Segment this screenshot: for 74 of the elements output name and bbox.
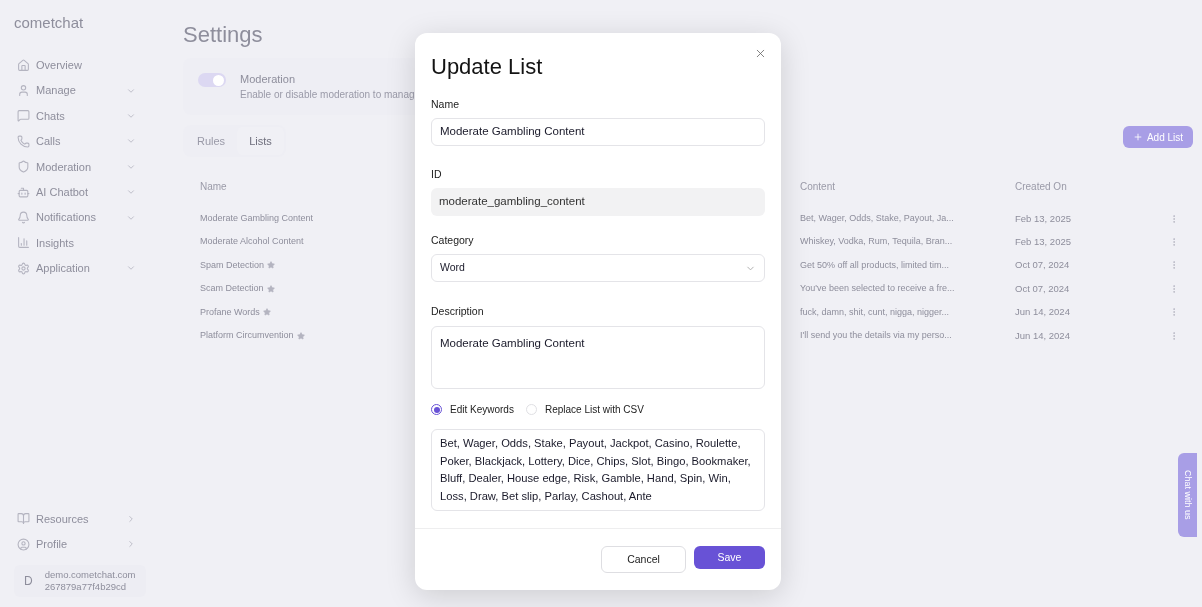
star-icon (296, 331, 305, 340)
app-id: 267879a77f4b29cd (44, 581, 127, 593)
chat-icon (17, 109, 30, 123)
dialog-title: Update List (431, 54, 544, 80)
plus-icon (1132, 132, 1143, 142)
star-icon (266, 284, 275, 293)
field-label: ID (431, 166, 443, 182)
category-select[interactable]: Word (431, 254, 765, 283)
star-icon (262, 308, 271, 317)
nav-item[interactable]: Calls (17, 128, 146, 155)
description-field[interactable]: Moderate Gambling Content (431, 326, 765, 389)
table-cell: Feb 13, 2025 (1015, 211, 1071, 226)
field-label: Description (431, 304, 485, 320)
column-header: Content (800, 180, 836, 193)
table-cell: fuck, damn, shit, cunt, nigga, nigger... (800, 305, 950, 319)
chevron-right-icon (126, 513, 136, 524)
nav-item[interactable]: Notifications (17, 204, 146, 231)
tab[interactable]: Rules (185, 127, 238, 155)
nav-item[interactable]: Overview (17, 52, 146, 78)
home-icon (17, 58, 30, 72)
nav-item[interactable]: Moderation (17, 154, 146, 180)
table-cell-text: Feb 13, 2025 (1015, 234, 1071, 249)
table-cell-text: Get 50% off all products, limited tim... (800, 258, 949, 272)
nav-item[interactable]: Manage (17, 77, 146, 104)
radio-option[interactable]: Replace List with CSV (525, 402, 644, 417)
table-cell: Jun 14, 2024 (1015, 305, 1070, 320)
table-cell-text: Moderate Gambling Content (200, 211, 314, 225)
table-cell: Moderate Alcohol Content (200, 235, 304, 249)
phone-icon (17, 134, 30, 148)
settings-icon (17, 261, 30, 275)
nav-item[interactable]: Insights (17, 230, 146, 256)
nav-item[interactable]: Chats (17, 103, 146, 129)
nav-item[interactable]: Resources (17, 506, 146, 532)
table-cell-text: I'll send you the details via my perso... (800, 328, 952, 342)
cancel-button[interactable]: Cancel (601, 546, 686, 573)
add-list-button[interactable]: Add List (1123, 126, 1193, 148)
table-cell: Whiskey, Vodka, Rum, Tequila, Bran... (800, 235, 953, 249)
book-icon (17, 512, 30, 526)
column-header: Name (200, 180, 227, 193)
nav-item[interactable]: AI Chatbot (17, 179, 146, 205)
table-cell: You've been selected to receive a fre... (800, 282, 955, 296)
chat-with-us-tab[interactable]: Chat with us (1178, 453, 1197, 537)
moderation-label: Moderation (240, 72, 296, 87)
table-cell-text: Spam Detection (200, 258, 265, 272)
nav-item[interactable]: Profile (17, 531, 146, 557)
keywords-field[interactable]: Bet, Wager, Odds, Stake, Payout, Jackpot, Casino, Roulette, Poker, Blackjack, Lottery, Dice, Chips, Slot, Bingo, Bookmaker, Bluff, Dealer, House edge, Risk, Gamble, Hand, Spin, Win, Loss, Draw, Bet slip, Parlay, Cashout, Ante (431, 429, 765, 511)
account-domain: demo.cometchat.com (44, 569, 136, 581)
bar-chart-icon (17, 236, 30, 250)
table-cell: Jun 14, 2024 (1015, 328, 1070, 343)
avatar-letter: D (24, 573, 33, 590)
table-cell-text: Bet, Wager, Odds, Stake, Payout, Ja... (800, 211, 954, 225)
table-cell: Oct 07, 2024 (1015, 281, 1070, 296)
shield-icon (17, 160, 30, 174)
table-cell-text: Platform Circumvention (200, 328, 294, 342)
user-circle-icon (17, 537, 30, 551)
table-cell: Scam Detection (200, 282, 264, 296)
chevron-right-icon (126, 539, 136, 550)
save-button[interactable]: Save (694, 546, 765, 569)
bot-icon (17, 185, 30, 199)
star-icon (267, 261, 276, 270)
toggle-switch[interactable] (198, 73, 226, 87)
logo: cometchat (14, 13, 84, 33)
page-title: Settings (183, 21, 263, 49)
moderation-description: Enable or disable moderation to manag (240, 88, 415, 102)
bell-icon (17, 211, 30, 225)
column-header: Created On (1015, 180, 1067, 193)
nav-item[interactable]: Application (17, 255, 146, 281)
table-cell: Oct 07, 2024 (1015, 258, 1070, 273)
field-label: Name (431, 97, 460, 112)
radio-option[interactable]: Edit Keywords (431, 402, 514, 417)
table-cell: Profane Words (200, 305, 260, 319)
name-field[interactable]: Moderate Gambling Content (431, 117, 765, 146)
user-icon (17, 84, 30, 98)
field-label: Category (431, 232, 475, 248)
